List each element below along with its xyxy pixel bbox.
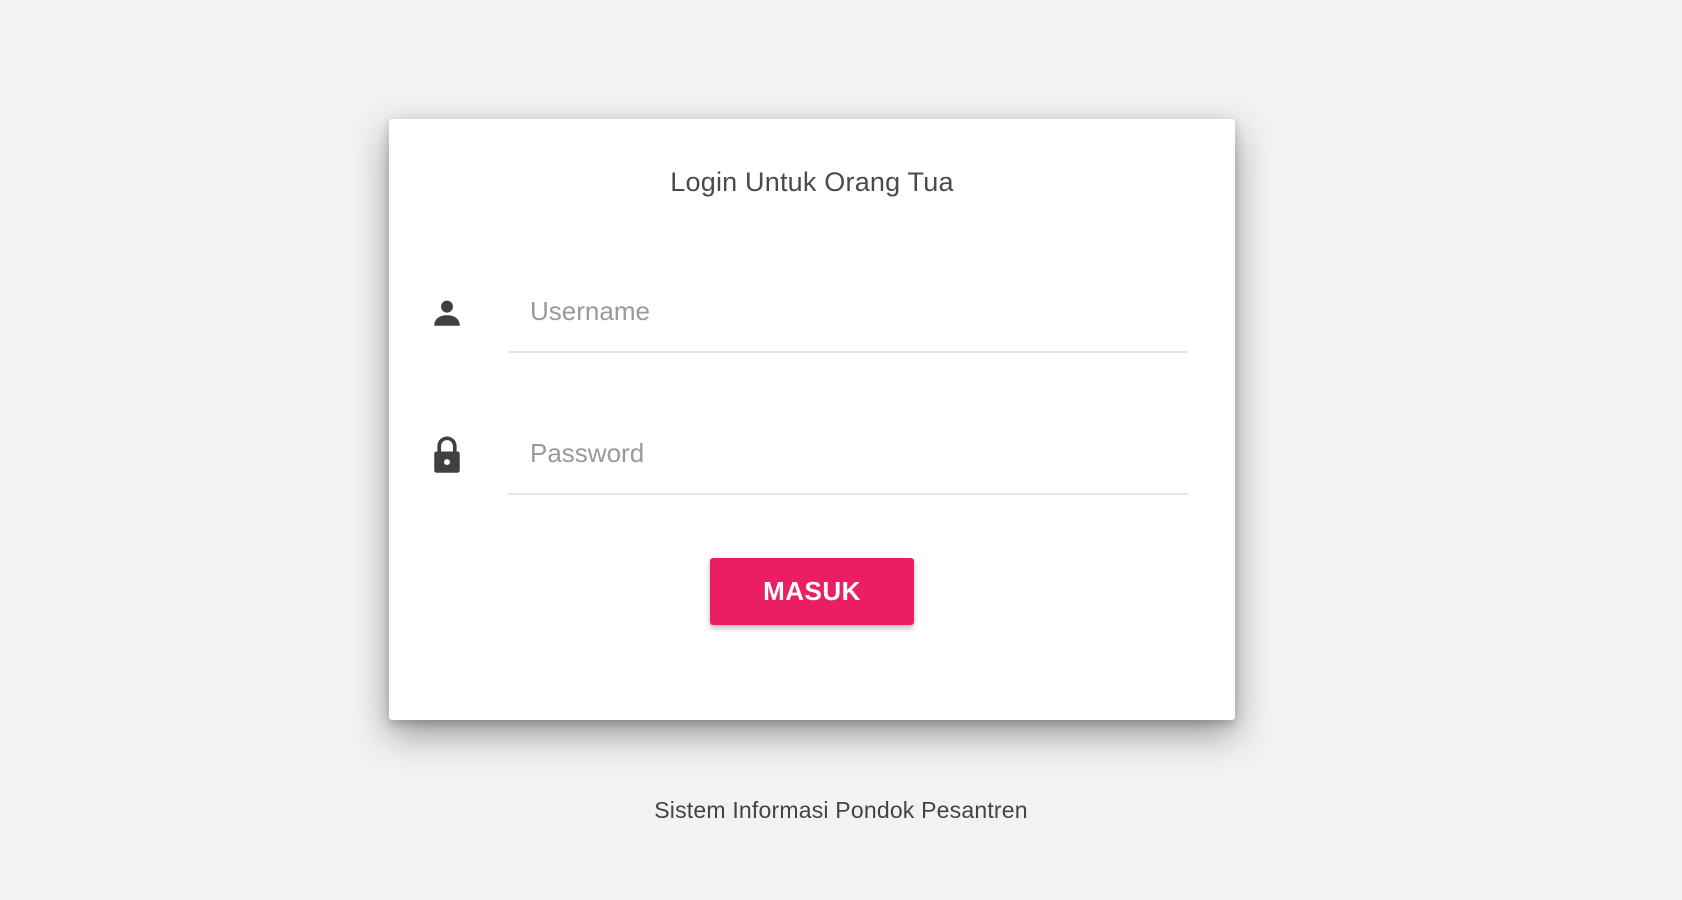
username-input[interactable] (508, 271, 1188, 353)
login-card: Login Untuk Orang Tua MASUK (389, 119, 1235, 720)
password-input[interactable] (508, 413, 1188, 495)
lock-icon (429, 435, 465, 475)
username-row (429, 271, 1199, 353)
login-page: Login Untuk Orang Tua MASUK Sistem (0, 0, 1682, 900)
password-row (429, 413, 1199, 495)
footer-text: Sistem Informasi Pondok Pesantren (654, 797, 1028, 823)
masuk-button[interactable]: MASUK (710, 558, 914, 625)
person-icon (429, 293, 465, 333)
login-title: Login Untuk Orang Tua (670, 167, 954, 197)
